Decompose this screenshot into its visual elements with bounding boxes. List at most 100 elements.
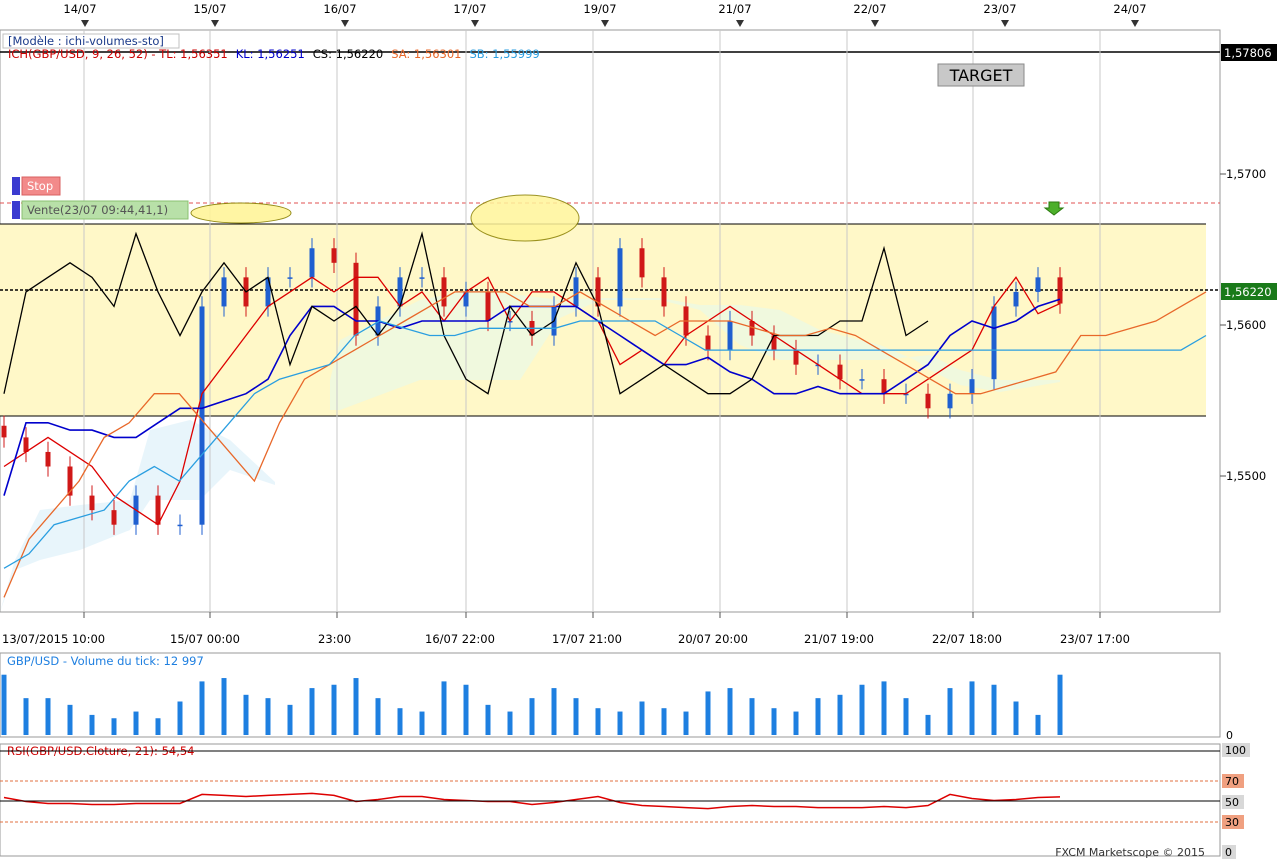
date-label: 17/07: [453, 2, 486, 16]
volume-bar: [397, 708, 403, 735]
candle-body: [177, 524, 183, 527]
vente-marker-flag: [12, 201, 20, 219]
ich-cs: CS: 1,56220: [313, 47, 383, 61]
model-label[interactable]: [Modèle : ichi-volumes-sto]: [8, 34, 164, 48]
volume-bar: [221, 678, 227, 735]
volume-bar: [749, 698, 755, 735]
stop-label: Stop: [27, 179, 53, 193]
volume-bar: [661, 708, 667, 735]
candle-body: [287, 277, 293, 279]
volume-bar: [441, 681, 447, 735]
candle-body: [199, 306, 205, 525]
volume-bar: [89, 714, 95, 735]
candle-body: [221, 277, 227, 307]
rsi-tick-50: 50: [1225, 796, 1239, 809]
candle-body: [859, 379, 865, 381]
time-label: 13/07/2015 10:00: [2, 632, 105, 646]
candle-body: [881, 379, 887, 394]
volume-bar: [287, 704, 293, 735]
price-tick-2: 1,5600: [1226, 318, 1266, 332]
volume-bar: [375, 698, 381, 735]
volume-bar: [529, 698, 535, 735]
volume-bar: [265, 698, 271, 735]
candle-body: [617, 248, 623, 307]
time-label: 17/07 21:00: [552, 632, 622, 646]
volume-bar: [639, 701, 645, 735]
chart-canvas[interactable]: [Modèle : ichi-volumes-sto] ICH(GBP/USD,…: [0, 0, 1279, 860]
volume-bar: [463, 684, 469, 735]
candle-body: [353, 262, 359, 336]
target-price-label: 1,57806: [1224, 46, 1272, 60]
volume-bar: [177, 701, 183, 735]
volume-bar: [705, 691, 711, 735]
volume-bar: [815, 698, 821, 735]
ich-sb: SB: 1,55999: [469, 47, 539, 61]
date-label: 16/07: [323, 2, 356, 16]
candle-body: [331, 248, 337, 263]
volume-bar: [199, 681, 205, 735]
volume-bar: [507, 711, 513, 735]
volume-bar: [727, 688, 733, 735]
ich-tl: TL: 1,56351: [158, 47, 228, 61]
volume-bar: [133, 711, 139, 735]
price-tick-3: 1,5500: [1226, 469, 1266, 483]
candle-body: [793, 350, 799, 365]
vente-label: Vente(23/07 09:44,41,1): [27, 203, 168, 217]
volume-bar: [1057, 674, 1063, 735]
candle-body: [485, 291, 491, 321]
volume-bar: [243, 694, 249, 735]
stop-marker-flag: [12, 177, 20, 195]
trading-chart-window: [Modèle : ichi-volumes-sto] ICH(GBP/USD,…: [0, 0, 1279, 860]
candle-body: [727, 321, 733, 351]
candle-body: [947, 393, 953, 409]
ichimoku-legend: ICH(GBP/USD, 9, 26, 52) - TL: 1,56351 KL:…: [8, 47, 540, 61]
time-label: 21/07 19:00: [804, 632, 874, 646]
date-label: 14/07: [63, 2, 96, 16]
highlight-ellipse-1: [190, 202, 292, 224]
candle-body: [1013, 291, 1019, 307]
volume-bar: [1035, 714, 1041, 735]
volume-bar: [991, 684, 997, 735]
candle-body: [419, 277, 425, 279]
date-label: 19/07: [583, 2, 616, 16]
volume-bar: [309, 688, 315, 735]
volume-bar: [1013, 701, 1019, 735]
candle-body: [639, 248, 645, 278]
volume-bar: [947, 688, 953, 735]
candle-body: [441, 277, 447, 307]
candle-body: [23, 437, 29, 452]
time-label: 23:00: [318, 632, 351, 646]
candle-body: [925, 393, 931, 409]
candle-body: [573, 277, 579, 307]
volume-panel-title: GBP/USD - Volume du tick: 12 997: [7, 654, 204, 668]
time-label: 20/07 20:00: [678, 632, 748, 646]
volume-bar: [1, 674, 7, 735]
candle-body: [991, 306, 997, 380]
volume-bar: [969, 681, 975, 735]
ich-prefix: ICH(GBP/USD, 9, 26, 52) -: [8, 47, 159, 61]
price-tick-1: 1,5700: [1226, 167, 1266, 181]
volume-bar: [573, 698, 579, 735]
volume-zero-label: 0: [1226, 729, 1233, 742]
volume-bar: [793, 711, 799, 735]
time-label: 22/07 18:00: [932, 632, 1002, 646]
volume-bar: [419, 711, 425, 735]
volume-bar: [683, 711, 689, 735]
rsi-tick-0: 0: [1225, 846, 1232, 859]
candle-body: [45, 451, 51, 467]
candle-body: [661, 277, 667, 307]
volume-bar: [331, 684, 337, 735]
time-label: 16/07 22:00: [425, 632, 495, 646]
volume-bar: [111, 718, 117, 735]
time-label: 23/07 17:00: [1060, 632, 1130, 646]
volume-bar: [881, 681, 887, 735]
highlight-ellipse-2: [470, 194, 580, 242]
volume-bar: [903, 698, 909, 735]
date-label: 21/07: [718, 2, 751, 16]
copyright: FXCM Marketscope © 2015: [1055, 846, 1205, 859]
volume-bar: [595, 708, 601, 735]
date-label: 23/07: [983, 2, 1016, 16]
candle-body: [1, 425, 7, 438]
candle-body: [1035, 277, 1041, 292]
volume-bar: [45, 698, 51, 735]
